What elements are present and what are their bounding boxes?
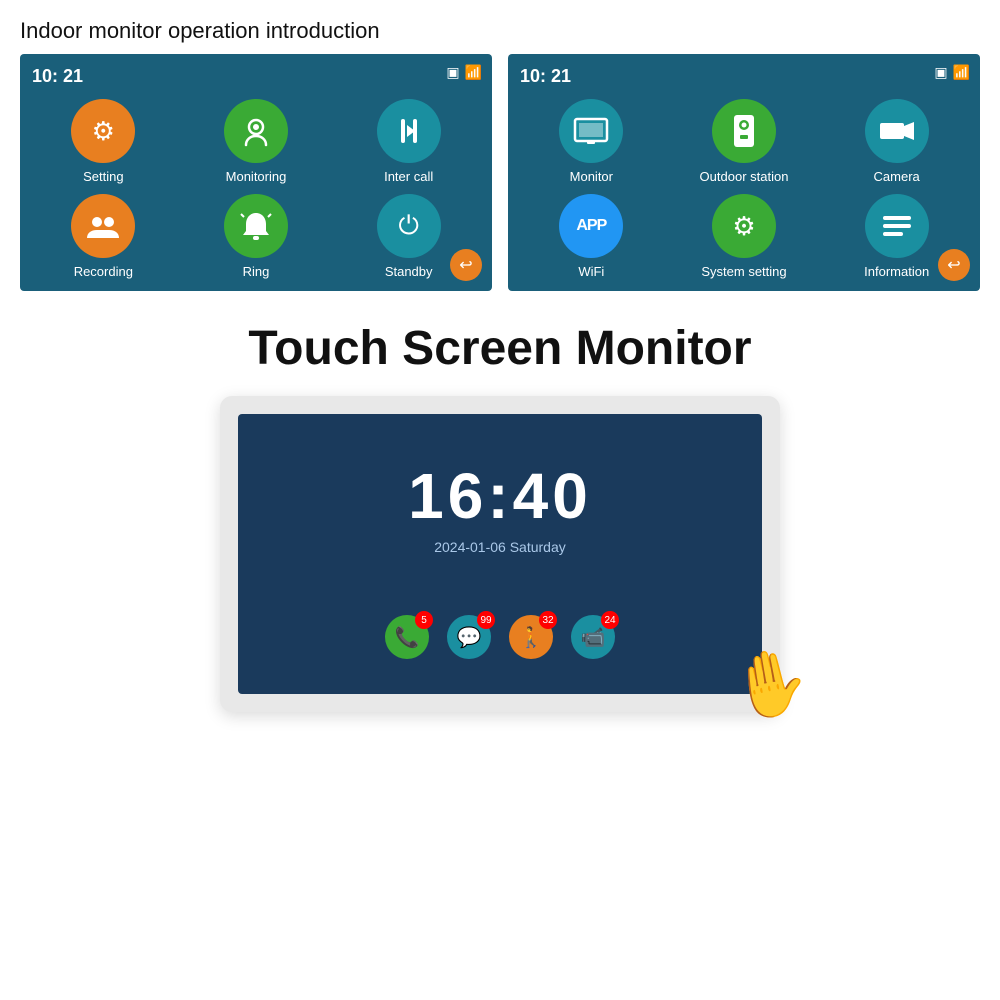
wifi-icon-2: 📶 <box>953 64 970 81</box>
screen1-time: 10: 21 <box>32 66 480 87</box>
wifi-app-icon: APP <box>559 194 623 258</box>
screen2-icons-grid: Monitor Outdoor station <box>520 99 968 279</box>
setting-icon: ⚙ <box>71 99 135 163</box>
ring-label: Ring <box>243 264 270 279</box>
outdoor-station-label: Outdoor station <box>700 169 789 184</box>
recording-label: Recording <box>74 264 133 279</box>
wifi-label: WiFi <box>578 264 604 279</box>
standby-label: Standby <box>385 264 433 279</box>
intercall-icon <box>377 99 441 163</box>
outdoor-station-icon <box>712 99 776 163</box>
back-button-2[interactable]: ↩ <box>938 249 970 281</box>
call-badge: 5 <box>415 611 433 629</box>
system-setting-icon-item[interactable]: ⚙ System setting <box>673 194 816 279</box>
monitor-clock: 16:40 <box>408 459 592 533</box>
monitor-icon <box>559 99 623 163</box>
ring-icon-item[interactable]: Ring <box>185 194 328 279</box>
screen1-panel: 10: 21 ▣ 📶 ⚙ Setting <box>20 54 492 291</box>
back-button-1[interactable]: ↩ <box>450 249 482 281</box>
information-label: Information <box>864 264 929 279</box>
intercall-icon-item[interactable]: Inter call <box>337 99 480 184</box>
recording-icon <box>71 194 135 258</box>
information-icon <box>865 194 929 258</box>
intercall-label: Inter call <box>384 169 433 184</box>
setting-icon-item[interactable]: ⚙ Setting <box>32 99 175 184</box>
message-badge: 99 <box>477 611 495 629</box>
monitoring-icon <box>224 99 288 163</box>
sd-card-icon-2: ▣ <box>934 64 947 81</box>
camera-icon <box>865 99 929 163</box>
page-container: Indoor monitor operation introduction 10… <box>0 0 1000 712</box>
video-icon-wrap[interactable]: 📹 24 <box>571 615 615 659</box>
system-setting-icon: ⚙ <box>712 194 776 258</box>
motion-badge: 32 <box>539 611 557 629</box>
monitoring-label: Monitoring <box>226 169 287 184</box>
hand-pointing-icon: 🤚 <box>724 641 816 729</box>
screen2-top-right-icons: ▣ 📶 <box>934 64 970 81</box>
monitoring-icon-item[interactable]: Monitoring <box>185 99 328 184</box>
screen1-top-right-icons: ▣ 📶 <box>446 64 482 81</box>
page-title: Indoor monitor operation introduction <box>0 0 1000 54</box>
screens-row: 10: 21 ▣ 📶 ⚙ Setting <box>0 54 1000 291</box>
camera-label: Camera <box>874 169 920 184</box>
video-badge: 24 <box>601 611 619 629</box>
camera-icon-item[interactable]: Camera <box>825 99 968 184</box>
monitor-screen: 16:40 2024-01-06 Saturday 📞 5 💬 99 🚶 32 <box>238 414 762 694</box>
message-icon-wrap[interactable]: 💬 99 <box>447 615 491 659</box>
screen2-panel: 10: 21 ▣ 📶 Monitor <box>508 54 980 291</box>
motion-icon-wrap[interactable]: 🚶 32 <box>509 615 553 659</box>
monitor-section-title: Touch Screen Monitor <box>248 321 751 376</box>
monitor-frame: 16:40 2024-01-06 Saturday 📞 5 💬 99 🚶 32 <box>220 396 780 712</box>
ring-icon <box>224 194 288 258</box>
monitor-section: Touch Screen Monitor 16:40 2024-01-06 Sa… <box>0 311 1000 712</box>
monitor-date: 2024-01-06 Saturday <box>434 539 566 555</box>
wifi-icon: 📶 <box>465 64 482 81</box>
screen2-time: 10: 21 <box>520 66 968 87</box>
monitor-label: Monitor <box>570 169 613 184</box>
monitor-icon-item[interactable]: Monitor <box>520 99 663 184</box>
outdoor-station-icon-item[interactable]: Outdoor station <box>673 99 816 184</box>
system-setting-label: System setting <box>701 264 786 279</box>
monitor-bottom-icons: 📞 5 💬 99 🚶 32 📹 24 <box>385 615 615 659</box>
wifi-icon-item[interactable]: APP WiFi <box>520 194 663 279</box>
screen1-icons-grid: ⚙ Setting Monitoring <box>32 99 480 279</box>
recording-icon-item[interactable]: Recording <box>32 194 175 279</box>
setting-label: Setting <box>83 169 123 184</box>
standby-icon: ⏻ <box>377 194 441 258</box>
call-icon-wrap[interactable]: 📞 5 <box>385 615 429 659</box>
sd-card-icon: ▣ <box>446 64 459 81</box>
